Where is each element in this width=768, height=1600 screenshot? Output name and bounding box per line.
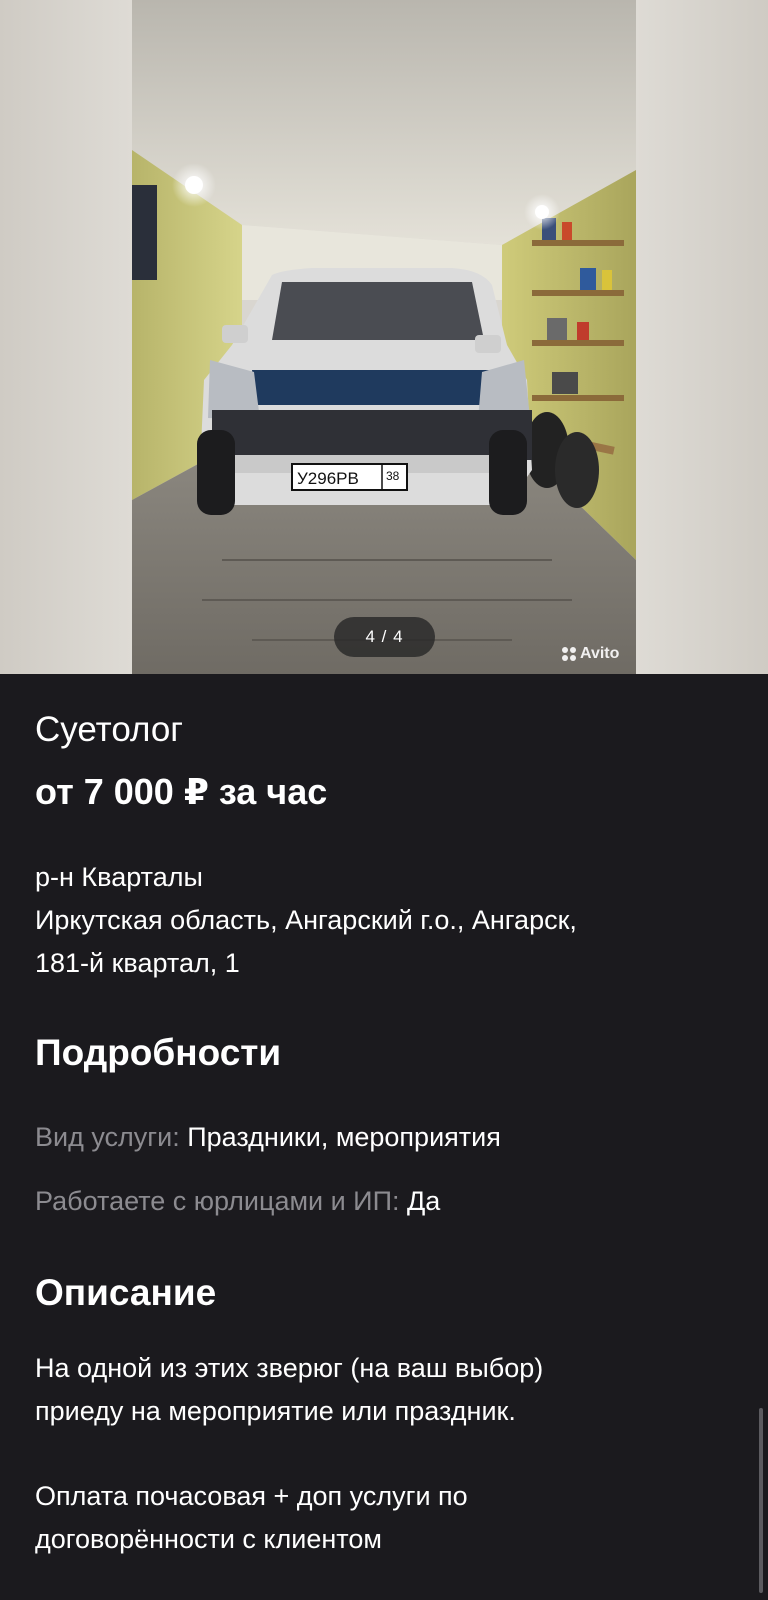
param-service-type: Вид услуги: Праздники, мероприятия [35,1119,733,1155]
gallery-side-left [0,0,132,674]
address-district: р-н Кварталы [35,862,203,892]
param-value: Праздники, мероприятия [187,1122,501,1152]
photo-gallery[interactable]: У296РВ 38 4 / 4 Avito [0,0,768,674]
listing-content: Суетолог от 7 000 ₽ за час р-н Кварталы … [0,674,768,1561]
listing-title: Суетолог [35,710,184,749]
listing-address[interactable]: р-н Кварталы Иркутская область, Ангарски… [35,856,733,985]
description-paragraph-2: Оплата почасовая + доп услуги по договор… [35,1475,733,1561]
description-line: договорённости с клиентом [35,1524,382,1554]
param-key: Вид услуги: [35,1122,180,1152]
photo-counter: 4 / 4 [334,617,435,657]
description-paragraph-1: На одной из этих зверюг (на ваш выбор) п… [35,1347,733,1433]
avito-dots-icon [562,647,576,661]
address-line-1: Иркутская область, Ангарский г.о., Ангар… [35,905,577,935]
plate-number: У296РВ [297,469,359,488]
avito-watermark: Avito [562,645,619,663]
listing-photo[interactable]: У296РВ 38 [132,0,636,674]
param-key: Работаете с юрлицами и ИП: [35,1186,400,1216]
scrollbar[interactable] [759,1408,763,1593]
description-line: Оплата почасовая + доп услуги по [35,1481,468,1511]
description-line: На одной из этих зверюг (на ваш выбор) [35,1353,544,1383]
details-heading: Подробности [35,1032,282,1073]
param-value: Да [407,1186,441,1216]
description-line: приеду на мероприятие или праздник. [35,1396,516,1426]
description-heading: Описание [35,1272,217,1313]
listing-price: от 7 000 ₽ за час [35,771,328,812]
plate-region: 38 [386,469,400,483]
watermark-text: Avito [580,645,620,662]
description-text: На одной из этих зверюг (на ваш выбор) п… [35,1347,733,1561]
gallery-side-right [636,0,768,674]
address-line-2: 181-й квартал, 1 [35,948,240,978]
param-legal-entities: Работаете с юрлицами и ИП: Да [35,1183,733,1219]
